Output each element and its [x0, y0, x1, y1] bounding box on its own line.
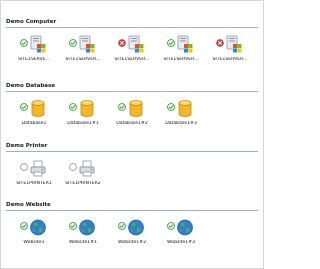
group-title-website: Demo Website: [6, 202, 51, 208]
ok-status-icon: [118, 222, 126, 230]
tile-printer-2[interactable]: SITE1PRINTER2: [59, 158, 107, 190]
tile-label: SITE1SERVER...: [212, 57, 248, 62]
tile-computer-5[interactable]: SITE1SERVER...: [206, 34, 254, 66]
tile-label: Website1#3: [166, 240, 195, 245]
tile-website-3[interactable]: Website1#2: [108, 217, 156, 249]
group-divider: [6, 91, 258, 92]
computer-icon: [128, 35, 144, 53]
tile-website-4[interactable]: Website1#3: [157, 217, 205, 249]
computer-icon: [79, 35, 95, 53]
tile-label: Database1#2: [116, 121, 148, 126]
database-icon: [178, 100, 192, 117]
tile-website-2[interactable]: Website1#1: [59, 217, 107, 249]
tile-website-1[interactable]: Website1: [10, 217, 58, 249]
tile-label: Database1: [21, 121, 47, 126]
tile-label: Website1#1: [68, 240, 97, 245]
tile-label: SITE1PRINTER1: [16, 181, 52, 186]
printer-icon: [79, 160, 95, 177]
tile-computer-4[interactable]: SITE1SERVER...: [157, 34, 205, 66]
tile-printer-1[interactable]: SITE1PRINTER1: [10, 158, 58, 190]
ok-status-icon: [167, 103, 175, 111]
ok-status-icon: [20, 39, 28, 47]
printer-icon: [30, 160, 46, 177]
globe-icon: [30, 219, 46, 236]
error-status-icon: [118, 39, 126, 47]
group-divider: [6, 27, 258, 28]
ok-status-icon: [69, 222, 77, 230]
ok-status-icon: [118, 103, 126, 111]
database-icon: [80, 100, 94, 117]
tile-database-1[interactable]: Database1: [10, 98, 58, 130]
group-title-database: Demo Database: [6, 83, 55, 89]
computer-icon: [177, 35, 193, 53]
tile-database-2[interactable]: Database1#1: [59, 98, 107, 130]
error-status-icon: [216, 39, 224, 47]
ok-status-icon: [69, 39, 77, 47]
tile-label: Database1#1: [67, 121, 99, 126]
globe-icon: [79, 219, 95, 236]
tile-database-4[interactable]: Database1#3: [157, 98, 205, 130]
group-title-computer: Demo Computer: [6, 19, 57, 25]
globe-icon: [128, 219, 144, 236]
ok-status-icon: [20, 222, 28, 230]
group-divider: [6, 151, 258, 152]
globe-icon: [177, 219, 193, 236]
tile-label: Website1#2: [117, 240, 146, 245]
pending-status-icon: [20, 163, 28, 171]
pending-status-icon: [69, 163, 77, 171]
tile-label: Website1: [23, 240, 45, 245]
ok-status-icon: [69, 103, 77, 111]
ok-status-icon: [167, 222, 175, 230]
tile-computer-2[interactable]: SITE1SERVER...: [59, 34, 107, 66]
tile-label: SITE1SERVER...: [114, 57, 150, 62]
computer-icon: [30, 35, 46, 53]
object-panel: Demo Computer SITE1SERVE... SITE1SERVER.…: [0, 0, 264, 269]
database-icon: [31, 100, 45, 117]
tile-computer-3[interactable]: SITE1SERVER...: [108, 34, 156, 66]
tile-label: Database1#3: [165, 121, 197, 126]
tile-label: SITE1SERVER...: [163, 57, 199, 62]
ok-status-icon: [167, 39, 175, 47]
tile-database-3[interactable]: Database1#2: [108, 98, 156, 130]
group-divider: [6, 210, 258, 211]
database-icon: [129, 100, 143, 117]
tile-computer-1[interactable]: SITE1SERVE...: [10, 34, 58, 66]
tile-label: SITE1SERVER...: [65, 57, 101, 62]
group-title-printer: Demo Printer: [6, 143, 48, 149]
tile-label: SITE1SERVE...: [17, 57, 51, 62]
ok-status-icon: [20, 103, 28, 111]
tile-label: SITE1PRINTER2: [65, 181, 101, 186]
computer-icon: [226, 35, 242, 53]
